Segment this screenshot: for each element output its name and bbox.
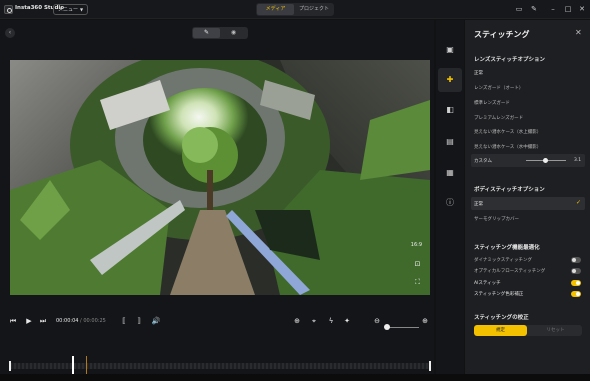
play-icon[interactable]: ▶	[24, 316, 34, 326]
custom-row[interactable]: カスタム 3.1	[471, 154, 585, 167]
title-bar: Insta360 Studio メニュー ▼ メディア プロジェクト ▭ ✎ – …	[0, 0, 590, 19]
toggle-optical-flow[interactable]	[571, 268, 581, 274]
lens-option-dive-under[interactable]: 見えない潜水ケース（水中撮影）	[474, 144, 541, 150]
skip-back-icon[interactable]: ⏮	[8, 316, 18, 326]
layout-icon[interactable]: ▭	[514, 4, 524, 14]
overlay-icon[interactable]: ▤	[445, 137, 455, 147]
calibration-section-title: スティッチングの校正	[474, 315, 529, 321]
lens-option-guard-auto[interactable]: レンズガード（オート）	[474, 85, 523, 91]
chevron-down-icon: ▼	[80, 7, 84, 12]
flash-icon[interactable]: ϟ	[326, 316, 336, 326]
stitching-icon[interactable]: ✚	[445, 75, 455, 85]
bottom-strip	[0, 374, 590, 381]
eye-view-icon[interactable]: ◉	[220, 28, 247, 38]
edit-icon[interactable]: ✎	[529, 4, 539, 14]
video-preview[interactable]: 16:9 ⊡ ⛶	[10, 60, 430, 295]
zoom-in-icon[interactable]: ⊕	[420, 316, 430, 326]
toggle-ai-stitch[interactable]	[571, 280, 581, 286]
trim-out-icon[interactable]: ⟧	[134, 316, 144, 326]
reset-button[interactable]: リセット	[529, 325, 582, 336]
fullscreen-icon[interactable]: ⛶	[413, 278, 422, 287]
app-logo-icon	[4, 5, 13, 14]
timecode: 00:00:04 / 00:00:25	[56, 318, 106, 324]
calibration-buttons: 規定 リセット	[474, 325, 582, 336]
volume-icon[interactable]: 🔊	[151, 316, 161, 326]
check-icon: ✓	[576, 199, 582, 206]
stitching-panel: スティッチング ✕ レンズスティッチオプション 正常 レンズガード（オート） 標…	[465, 20, 590, 381]
panel-close-icon[interactable]: ✕	[575, 28, 582, 37]
zoom-slider-knob[interactable]	[384, 324, 390, 330]
duration: 00:00:25	[83, 318, 106, 324]
minimize-icon[interactable]: –	[548, 4, 558, 14]
body-option-thermo-grip[interactable]: サーモグリップカバー	[474, 216, 519, 222]
reframe-icon[interactable]: ⌖	[309, 316, 319, 326]
timeline-marker	[86, 356, 87, 376]
crop-icon[interactable]: ⊡	[413, 260, 422, 269]
edit-view-icon[interactable]: ✎	[193, 28, 220, 38]
info-icon[interactable]: ⓘ	[445, 198, 455, 208]
toggle-label-color: スティッチング色彩補正	[474, 292, 524, 297]
custom-slider-knob[interactable]	[543, 158, 548, 163]
preview-area: ‹ ✎ ◉ 16:9 ⊡ ⛶ ⏮ ▶ ⏭ 00:00:04 / 00:00:25…	[0, 20, 460, 381]
trim-end-handle[interactable]	[429, 361, 431, 371]
view-mode-switch: ✎ ◉	[192, 27, 248, 39]
lens-option-premium-guard[interactable]: プレミアムレンズガード	[474, 115, 523, 121]
menu-label: メニュー	[58, 7, 79, 13]
skip-forward-icon[interactable]: ⏭	[38, 316, 48, 326]
layers-icon[interactable]: ▦	[445, 168, 455, 178]
panel-title: スティッチング	[474, 30, 530, 39]
toggle-label-ai: AIスティッチ	[474, 281, 501, 286]
zoom-slider[interactable]	[385, 327, 419, 328]
tab-media[interactable]: メディア	[257, 4, 294, 15]
tiny-planet-image	[10, 60, 430, 295]
custom-label: カスタム	[474, 159, 492, 164]
aspect-ratio-label[interactable]: 16:9	[411, 242, 422, 248]
custom-value: 3.1	[574, 158, 582, 163]
magic-icon[interactable]: ✦	[342, 316, 352, 326]
toggle-dynamic-stitching[interactable]	[571, 257, 581, 263]
zoom-out-icon[interactable]: ⊖	[372, 316, 382, 326]
body-option-normal-label: 正常	[474, 202, 483, 207]
top-tab-switch: メディア プロジェクト	[256, 3, 334, 16]
playback-controls: ⏮ ▶ ⏭ 00:00:04 / 00:00:25 ⟦ ⟧ 🔊 ⊕ ⌖ ϟ ✦ …	[0, 313, 434, 329]
close-icon[interactable]: ✕	[577, 4, 587, 14]
current-time: 00:00:04	[56, 318, 79, 324]
body-option-normal[interactable]: 正常 ✓	[471, 197, 585, 210]
trim-in-icon[interactable]: ⟦	[119, 316, 129, 326]
clip-icon[interactable]: ▣	[445, 45, 455, 55]
toggle-label-optical-flow: オプティカルフロースティッチング	[474, 269, 546, 274]
lens-option-normal[interactable]: 正常	[474, 70, 483, 76]
color-icon[interactable]: ◧	[445, 105, 455, 115]
toggle-label-dynamic: ダイナミックスティッチング	[474, 258, 533, 263]
optimization-section-title: スティッチング機能最適化	[474, 245, 540, 251]
maximize-icon[interactable]: □	[563, 4, 573, 14]
default-button[interactable]: 規定	[474, 325, 527, 336]
playhead[interactable]	[72, 356, 74, 376]
tab-project[interactable]: プロジェクト	[295, 4, 333, 15]
trim-start-handle[interactable]	[9, 361, 11, 371]
collapse-icon[interactable]: ‹	[5, 28, 15, 38]
lens-section-title: レンズスティッチオプション	[474, 57, 546, 63]
tool-rail: ▣ ✚ ◧ ▤ ▦ ⓘ	[436, 20, 464, 381]
lens-option-dive-above[interactable]: 見えない潜水ケース（水上撮影）	[474, 129, 541, 135]
body-section-title: ボディスティッチオプション	[474, 187, 545, 193]
lens-option-standard-guard[interactable]: 標準レンズガード	[474, 100, 510, 106]
menu-button[interactable]: メニュー ▼	[53, 4, 89, 15]
toggle-color-correction[interactable]	[571, 291, 581, 297]
add-keyframe-icon[interactable]: ⊕	[292, 316, 302, 326]
